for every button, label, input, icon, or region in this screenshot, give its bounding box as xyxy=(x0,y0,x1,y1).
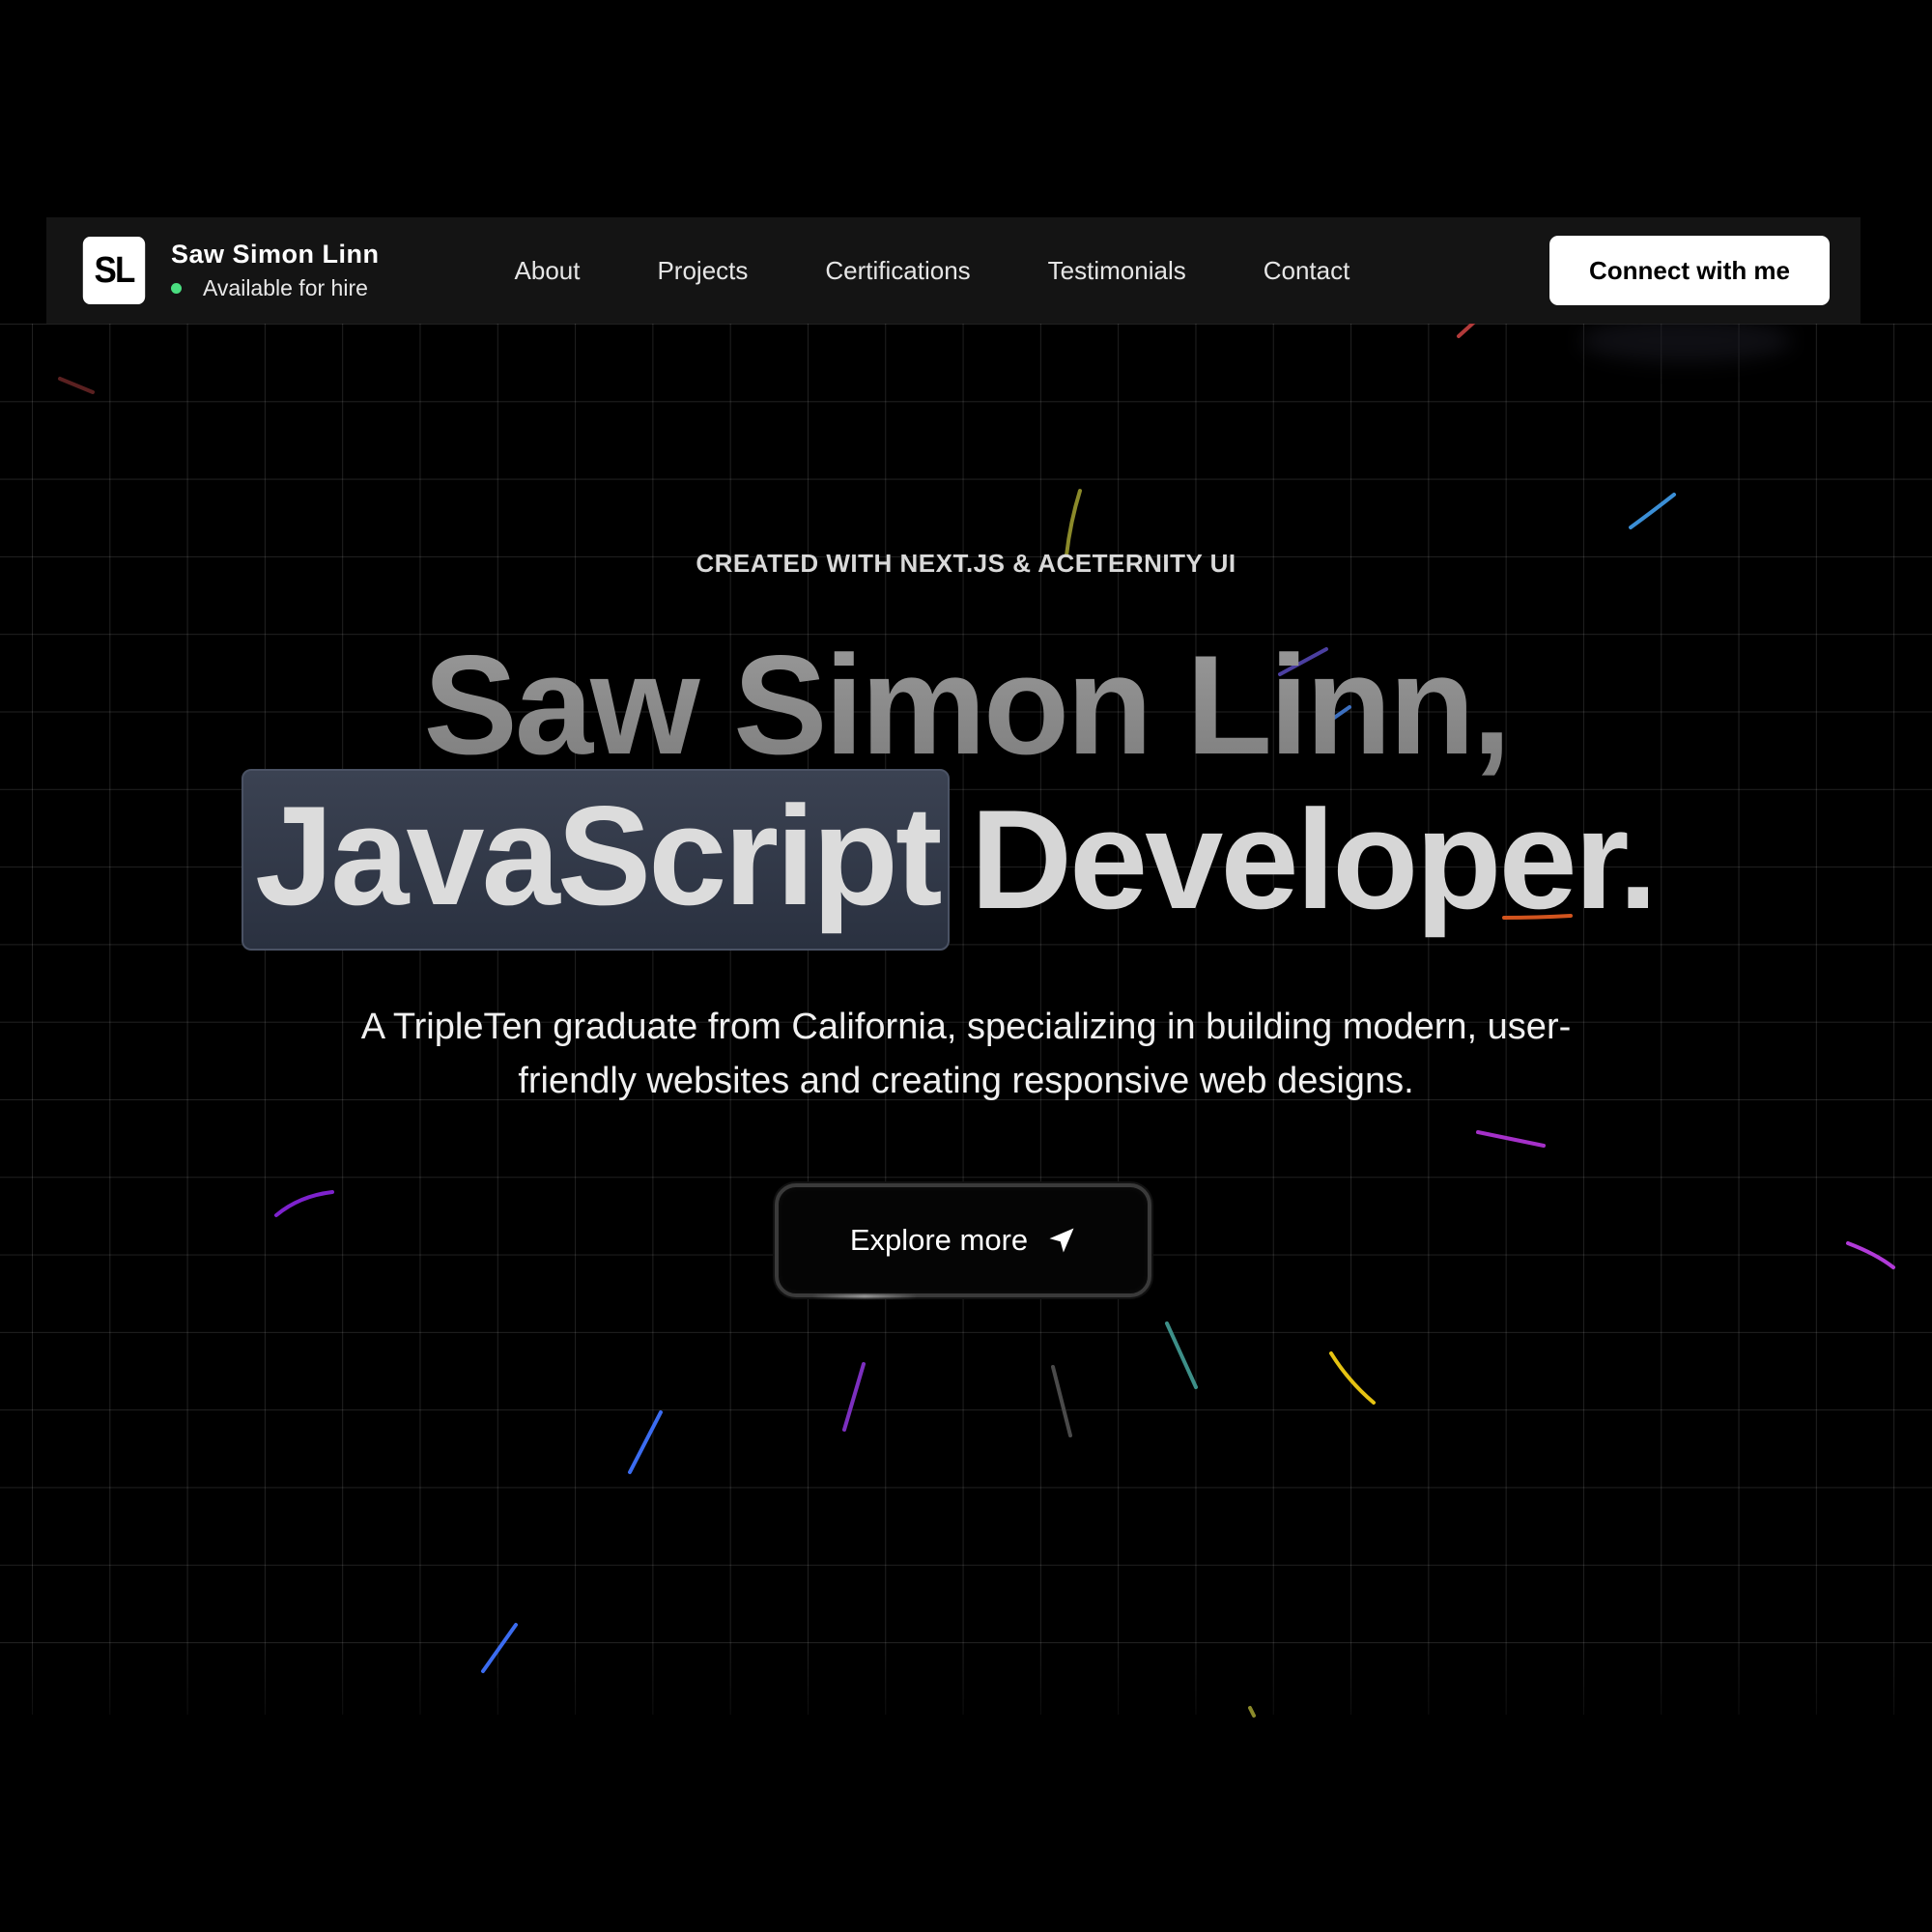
navbar: SL Saw Simon Linn Available for hire Abo… xyxy=(46,217,1861,324)
portfolio-page: SL Saw Simon Linn Available for hire Abo… xyxy=(0,0,1932,1932)
logo: SL xyxy=(82,237,146,304)
status-dot-icon xyxy=(171,283,182,294)
brand[interactable]: SL Saw Simon Linn Available for hire xyxy=(80,237,380,304)
brand-name: Saw Simon Linn xyxy=(171,240,380,269)
cta-shadow xyxy=(1579,319,1792,362)
explore-glow xyxy=(811,1294,918,1298)
nav-links: About Projects Certifications Testimonia… xyxy=(515,256,1350,286)
hero-tagline: CREATED WITH NEXT.JS & ACETERNITY UI xyxy=(696,549,1236,578)
nav-link-certifications[interactable]: Certifications xyxy=(825,256,970,286)
explore-more-button[interactable]: Explore more xyxy=(775,1183,1151,1297)
send-icon xyxy=(1047,1226,1076,1255)
headline-rest: Developer. xyxy=(970,781,1658,938)
nav-link-testimonials[interactable]: Testimonials xyxy=(1048,256,1186,286)
hero-headline-role: JavaScript Developer. xyxy=(242,769,1658,951)
nav-link-about[interactable]: About xyxy=(515,256,581,286)
explore-label: Explore more xyxy=(849,1223,1029,1257)
brand-text: Saw Simon Linn Available for hire xyxy=(171,240,380,301)
status-text: Available for hire xyxy=(203,275,368,300)
nav-link-contact[interactable]: Contact xyxy=(1264,256,1350,286)
grid-fade xyxy=(0,1642,1932,1719)
connect-button[interactable]: Connect with me xyxy=(1549,236,1830,305)
hero-subtitle: A TripleTen graduate from California, sp… xyxy=(360,1007,1572,1101)
availability-status: Available for hire xyxy=(171,275,380,301)
headline-highlight: JavaScript xyxy=(242,769,950,951)
nav-link-projects[interactable]: Projects xyxy=(657,256,748,286)
hero-headline-name: Saw Simon Linn, xyxy=(0,628,1932,782)
